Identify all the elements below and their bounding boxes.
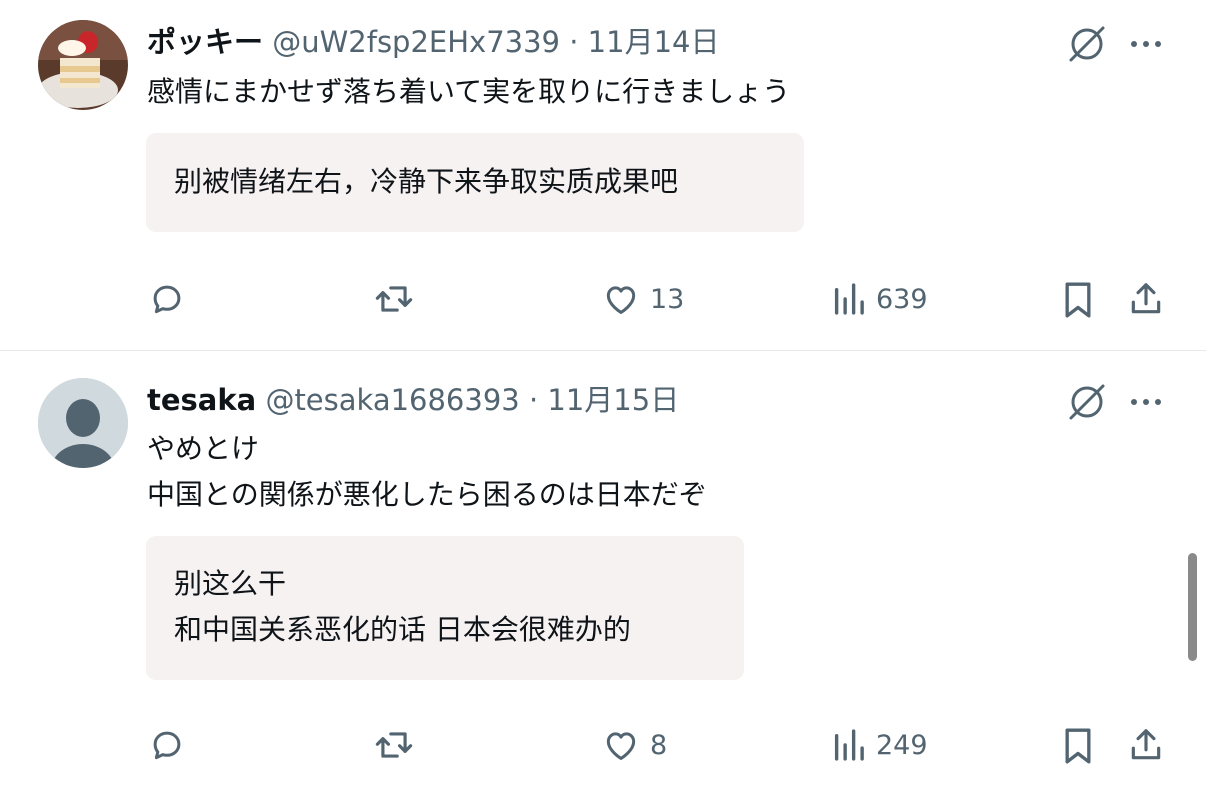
tweet-text-line: 中国との関係が悪化したら困るのは日本だぞ [147,478,707,511]
heart-icon [606,732,636,760]
reply-bubble-icon [153,731,181,760]
translation-box: 别这么干 和中国关系恶化的话 日本会很难办的 [146,536,744,680]
repost-button[interactable] [373,726,415,764]
views-button[interactable]: 249 [832,726,928,764]
separator: · [528,383,539,417]
scrollbar[interactable] [1188,553,1197,661]
bookmark-icon [1065,282,1091,318]
share-button[interactable] [1127,280,1165,318]
action-bar: 13 639 [0,275,1206,325]
action-bar: 8 249 [0,723,1206,773]
bar-chart-icon [834,729,864,761]
grok-slash-circle-icon[interactable] [1067,382,1107,426]
view-count: 249 [876,729,928,761]
bookmark-button[interactable] [1061,726,1095,766]
bar-chart-icon [834,283,864,315]
handle[interactable]: @tesaka1686393 [265,383,519,417]
bookmark-button[interactable] [1061,280,1095,320]
heart-icon [606,286,636,314]
handle[interactable]: @uW2fsp2EHx7339 [272,25,560,59]
view-count: 639 [876,283,928,315]
share-button[interactable] [1127,726,1165,764]
more-dots-icon[interactable] [1128,30,1164,62]
timestamp[interactable]: 11月15日 [547,383,679,417]
grok-slash-circle-icon[interactable] [1067,24,1107,68]
avatar[interactable] [38,20,128,110]
translation-line: 别这么干 [174,567,287,600]
like-count: 8 [650,729,668,761]
like-button[interactable]: 8 [602,726,667,764]
reply-button[interactable] [148,726,186,764]
display-name[interactable]: tesaka [147,383,256,417]
translation-line: 别被情绪左右，冷静下来争取实质成果吧 [174,165,679,198]
tweet[interactable]: ポッキー @uW2fsp2EHx7339 · 11月14日 感情にまかせず落ち着… [0,0,1206,350]
share-upload-icon [1131,283,1161,314]
avatar[interactable] [38,378,128,468]
cake-avatar-image [38,20,128,110]
tweet-text: やめとけ 中国との関係が悪化したら困るのは日本だぞ [147,426,707,518]
tweet-header: ポッキー @uW2fsp2EHx7339 · 11月14日 [147,22,719,62]
translation-box: 别被情绪左右，冷静下来争取实质成果吧 [146,133,804,232]
reply-button[interactable] [148,280,186,318]
separator: · [569,25,579,59]
tweet-text-line: 感情にまかせず落ち着いて実を取りに行きましょう [147,75,791,108]
repost-button[interactable] [373,280,415,318]
more-dots-icon[interactable] [1128,388,1164,420]
tweet[interactable]: tesaka @tesaka1686393 · 11月15日 やめとけ 中国との… [0,351,1206,794]
tweet-text-line: やめとけ [147,432,260,465]
timestamp[interactable]: 11月14日 [588,25,720,59]
views-button[interactable]: 639 [832,280,928,318]
repost-arrows-icon [375,732,413,758]
share-upload-icon [1131,729,1161,760]
tweet-header: tesaka @tesaka1686393 · 11月15日 [147,380,679,420]
like-button[interactable]: 13 [602,280,684,318]
translation-line: 和中国关系恶化的话 日本会很难办的 [174,613,631,646]
like-count: 13 [650,283,685,315]
bookmark-icon [1065,728,1091,764]
repost-arrows-icon [375,286,413,312]
reply-bubble-icon [153,285,181,314]
tweet-text: 感情にまかせず落ち着いて実を取りに行きましょう [147,69,790,115]
default-avatar-icon [38,378,128,468]
display-name[interactable]: ポッキー [147,25,263,59]
